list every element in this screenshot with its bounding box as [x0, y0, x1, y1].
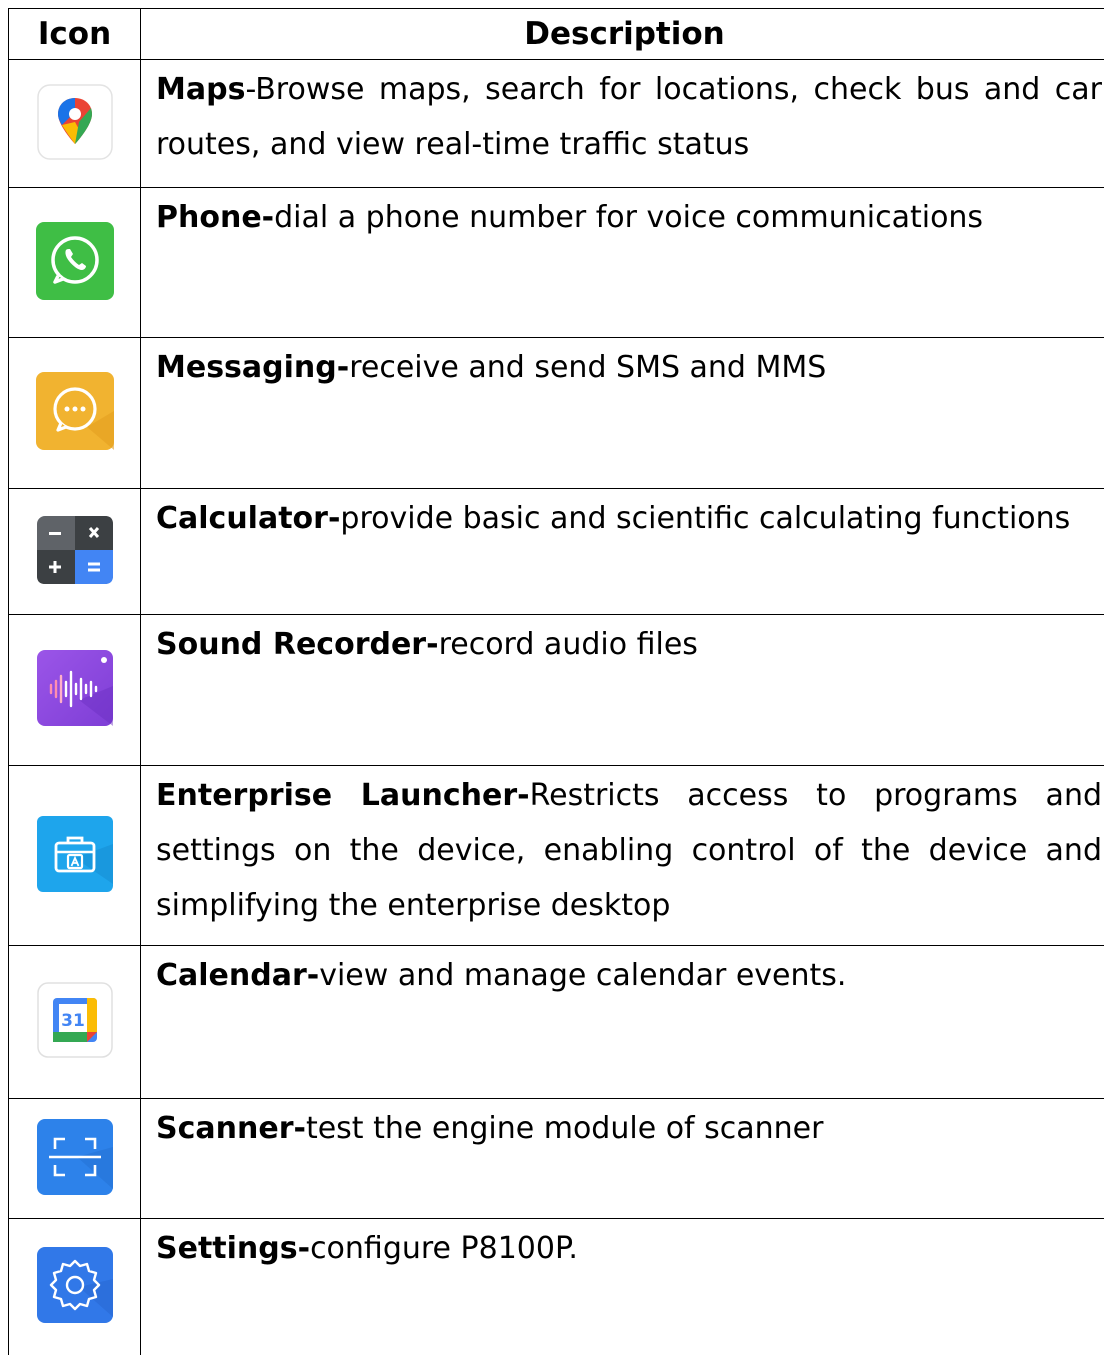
table-row: 31 Calendar-view and manage calendar eve… — [8, 945, 1104, 1099]
description-cell: Scanner-test the engine module of scanne… — [140, 1098, 1104, 1219]
app-description: record audio files — [438, 627, 698, 662]
app-name: Calculator- — [156, 501, 341, 536]
description-column-header: Description — [140, 8, 1104, 60]
calculator-icon — [35, 510, 115, 590]
description-cell: Maps-Browse maps, search for locations, … — [140, 59, 1104, 188]
description-cell: Enterprise Launcher-Restricts access to … — [140, 765, 1104, 946]
app-description: provide basic and scientific calculating… — [340, 501, 1071, 536]
settings-icon — [35, 1245, 115, 1325]
description-cell: Calendar-view and manage calendar events… — [140, 945, 1104, 1099]
table-row: Calculator-provide basic and scientific … — [8, 488, 1104, 615]
icon-column-header: Icon — [8, 8, 141, 60]
app-description: test the engine module of scanner — [305, 1111, 824, 1146]
description-cell: Messaging-receive and send SMS and MMS — [140, 337, 1104, 489]
app-name: Maps — [156, 72, 246, 107]
table-row: Sound Recorder-record audio files — [8, 614, 1104, 766]
description-cell: Sound Recorder-record audio files — [140, 614, 1104, 766]
app-description: configure P8100P. — [310, 1231, 578, 1266]
app-description: dial a phone number for voice communicat… — [274, 200, 984, 235]
app-name: Settings- — [156, 1231, 311, 1266]
google-maps-icon — [35, 82, 115, 162]
app-description: receive and send SMS and MMS — [349, 350, 827, 385]
app-description: view and manage calendar events. — [319, 958, 847, 993]
table-row: Messaging-receive and send SMS and MMS — [8, 337, 1104, 489]
app-name: Enterprise Launcher- — [156, 778, 530, 813]
name-separator: - — [245, 72, 256, 107]
app-name: Messaging- — [156, 350, 350, 385]
table-row: Maps-Browse maps, search for locations, … — [8, 59, 1104, 188]
app-name: Calendar- — [156, 958, 320, 993]
table-header-row: Icon Description — [8, 8, 1104, 60]
table-row: Enterprise Launcher-Restricts access to … — [8, 765, 1104, 946]
description-cell: Phone-dial a phone number for voice comm… — [140, 187, 1104, 338]
phone-icon — [35, 221, 115, 301]
app-icon-table: Icon Description Maps-Browse maps, searc… — [8, 8, 1104, 1355]
table-row: Phone-dial a phone number for voice comm… — [8, 187, 1104, 338]
app-name: Sound Recorder- — [156, 627, 439, 662]
calendar-date-text: 31 — [61, 1011, 85, 1031]
app-name: Scanner- — [156, 1111, 306, 1146]
app-description: Browse maps, search for locations, check… — [156, 72, 1102, 162]
messaging-icon — [35, 371, 115, 451]
calendar-icon: 31 — [35, 980, 115, 1060]
table-row: Settings-configure P8100P. — [8, 1218, 1104, 1355]
app-name: Phone- — [156, 200, 275, 235]
scanner-icon — [35, 1117, 115, 1197]
description-cell: Calculator-provide basic and scientific … — [140, 488, 1104, 615]
description-cell: Settings-configure P8100P. — [140, 1218, 1104, 1355]
table-row: Scanner-test the engine module of scanne… — [8, 1098, 1104, 1219]
sound-recorder-icon — [35, 648, 115, 728]
enterprise-launcher-icon — [35, 814, 115, 894]
